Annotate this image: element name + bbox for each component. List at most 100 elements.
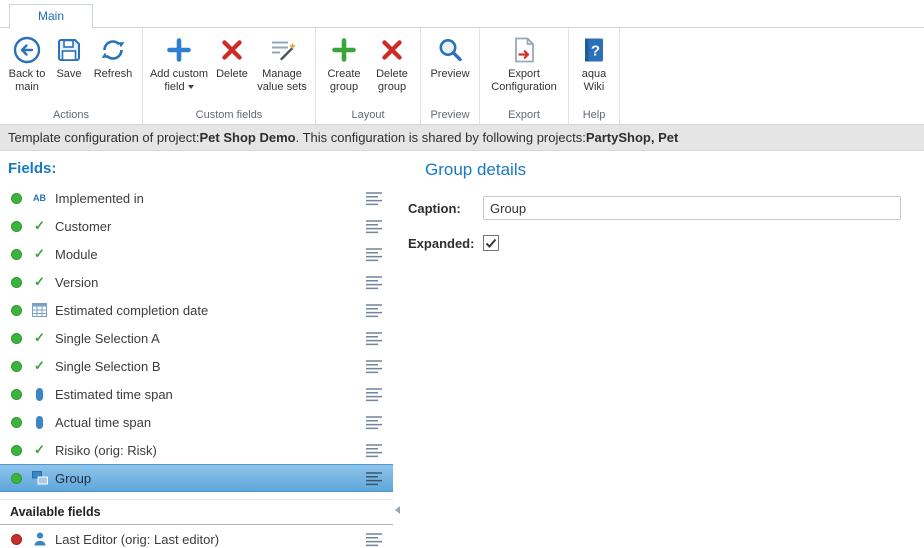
- field-row-implemented-in[interactable]: AB Implemented in: [0, 184, 393, 212]
- fields-panel-title: Fields:: [0, 151, 393, 184]
- preview-button[interactable]: Preview: [425, 31, 475, 84]
- group-field-icon: [30, 471, 49, 485]
- info-shared-projects: PartyShop, Pet: [586, 130, 678, 145]
- field-row-risiko[interactable]: ✓ Risiko (orig: Risk): [0, 436, 393, 464]
- menu-handle-icon[interactable]: [363, 329, 385, 348]
- menu-handle-icon[interactable]: [363, 217, 385, 236]
- aqua-wiki-button[interactable]: ? aqua Wiki: [573, 31, 615, 97]
- field-row-customer[interactable]: ✓ Customer: [0, 212, 393, 240]
- selection-field-icon: ✓: [30, 358, 49, 374]
- field-row-group[interactable]: Group: [0, 464, 393, 492]
- menu-handle-icon[interactable]: [363, 530, 385, 548]
- delete-field-button[interactable]: Delete: [211, 31, 253, 84]
- status-dot-icon: [11, 361, 22, 372]
- time-span-field-icon: [30, 388, 49, 401]
- text-field-icon: AB: [30, 193, 49, 203]
- export-icon: [509, 34, 539, 66]
- tab-main[interactable]: Main: [9, 4, 93, 29]
- save-icon: [54, 34, 84, 66]
- ribbon-group-help: ? aqua Wiki Help: [569, 28, 620, 124]
- group-details-title: Group details: [425, 160, 908, 180]
- button-label: Add custom field: [150, 68, 208, 93]
- field-row-module[interactable]: ✓ Module: [0, 240, 393, 268]
- create-group-button[interactable]: Create group: [320, 31, 368, 97]
- status-dot-icon: [11, 417, 22, 428]
- ribbon-group-preview: Preview Preview: [421, 28, 480, 124]
- menu-handle-icon[interactable]: [363, 301, 385, 320]
- button-label: Refresh: [94, 68, 133, 80]
- menu-handle-icon[interactable]: [363, 189, 385, 208]
- expanded-label: Expanded:: [408, 236, 483, 251]
- button-label: aqua Wiki: [582, 68, 606, 93]
- ribbon-group-export: Export Configuration Export: [480, 28, 569, 124]
- ribbon-group-custom-fields: Add custom field Delete Manage value set…: [143, 28, 316, 124]
- status-dot-icon: [11, 389, 22, 400]
- status-dot-icon: [11, 473, 22, 484]
- menu-handle-icon[interactable]: [363, 441, 385, 460]
- save-button[interactable]: Save: [50, 31, 88, 84]
- selection-field-icon: ✓: [30, 218, 49, 234]
- status-dot-icon: [11, 333, 22, 344]
- caption-input[interactable]: [483, 196, 901, 220]
- export-configuration-button[interactable]: Export Configuration: [484, 31, 564, 97]
- plus-green-icon: [329, 34, 359, 66]
- status-dot-icon: [11, 445, 22, 456]
- svg-text:?: ?: [591, 43, 600, 60]
- template-info-bar: Template configuration of project: Pet S…: [0, 125, 924, 151]
- panel-collapse-arrow-icon[interactable]: [395, 506, 400, 514]
- content-area: Fields: AB Implemented in ✓ Customer ✓ M…: [0, 151, 924, 547]
- button-label: Manage value sets: [257, 68, 307, 93]
- expanded-checkbox[interactable]: [483, 235, 499, 251]
- status-dot-icon: [11, 193, 22, 204]
- caption-label: Caption:: [408, 201, 483, 216]
- menu-handle-icon[interactable]: [363, 273, 385, 292]
- ribbon-group-label: Preview: [424, 108, 476, 124]
- ribbon-tab-bar: Main: [0, 0, 924, 28]
- wiki-icon: ?: [579, 34, 609, 66]
- value-sets-icon: [267, 34, 297, 66]
- button-label: Create group: [327, 68, 360, 93]
- button-label: Back to main: [9, 68, 46, 93]
- refresh-button[interactable]: Refresh: [88, 31, 138, 84]
- button-label: Export Configuration: [491, 68, 556, 93]
- ribbon-group-actions: Back to main Save Refresh Actions: [0, 28, 143, 124]
- menu-handle-icon[interactable]: [363, 385, 385, 404]
- field-row-version[interactable]: ✓ Version: [0, 268, 393, 296]
- group-details-panel: Group details Caption: Expanded:: [393, 151, 924, 547]
- field-row-actual-time-span[interactable]: Actual time span: [0, 408, 393, 436]
- status-dot-icon: [11, 221, 22, 232]
- ribbon-group-label: Custom fields: [146, 108, 312, 124]
- info-project-name: Pet Shop Demo: [200, 130, 296, 145]
- button-label: Delete: [216, 68, 248, 80]
- info-middle: . This configuration is shared by follow…: [296, 130, 586, 145]
- field-row-estimated-completion-date[interactable]: Estimated completion date: [0, 296, 393, 324]
- menu-handle-icon[interactable]: [363, 413, 385, 432]
- selection-field-icon: ✓: [30, 246, 49, 262]
- menu-handle-icon[interactable]: [363, 357, 385, 376]
- add-custom-field-button[interactable]: Add custom field: [147, 31, 211, 97]
- status-dot-icon: [11, 249, 22, 260]
- ribbon-group-layout: Create group Delete group Layout: [316, 28, 421, 124]
- red-x-icon: [377, 34, 407, 66]
- field-row-single-selection-b[interactable]: ✓ Single Selection B: [0, 352, 393, 380]
- ribbon-group-label: Export: [483, 108, 565, 124]
- back-icon: [12, 34, 42, 66]
- back-to-main-button[interactable]: Back to main: [4, 31, 50, 97]
- ribbon-group-label: Actions: [3, 108, 139, 124]
- delete-group-button[interactable]: Delete group: [368, 31, 416, 97]
- menu-handle-icon[interactable]: [363, 245, 385, 264]
- manage-value-sets-button[interactable]: Manage value sets: [253, 31, 311, 97]
- field-row-estimated-time-span[interactable]: Estimated time span: [0, 380, 393, 408]
- field-row-single-selection-a[interactable]: ✓ Single Selection A: [0, 324, 393, 352]
- time-span-field-icon: [30, 416, 49, 429]
- expanded-row: Expanded:: [408, 235, 908, 251]
- available-fields-header: Available fields: [0, 499, 393, 525]
- button-label: Save: [56, 68, 81, 80]
- ribbon: Back to main Save Refresh Actions: [0, 28, 924, 125]
- date-field-icon: [30, 303, 49, 317]
- field-row-last-editor[interactable]: Last Editor (orig: Last editor): [0, 525, 393, 548]
- info-prefix: Template configuration of project:: [8, 130, 200, 145]
- menu-handle-icon[interactable]: [363, 469, 385, 488]
- red-x-icon: [217, 34, 247, 66]
- selection-field-icon: ✓: [30, 330, 49, 346]
